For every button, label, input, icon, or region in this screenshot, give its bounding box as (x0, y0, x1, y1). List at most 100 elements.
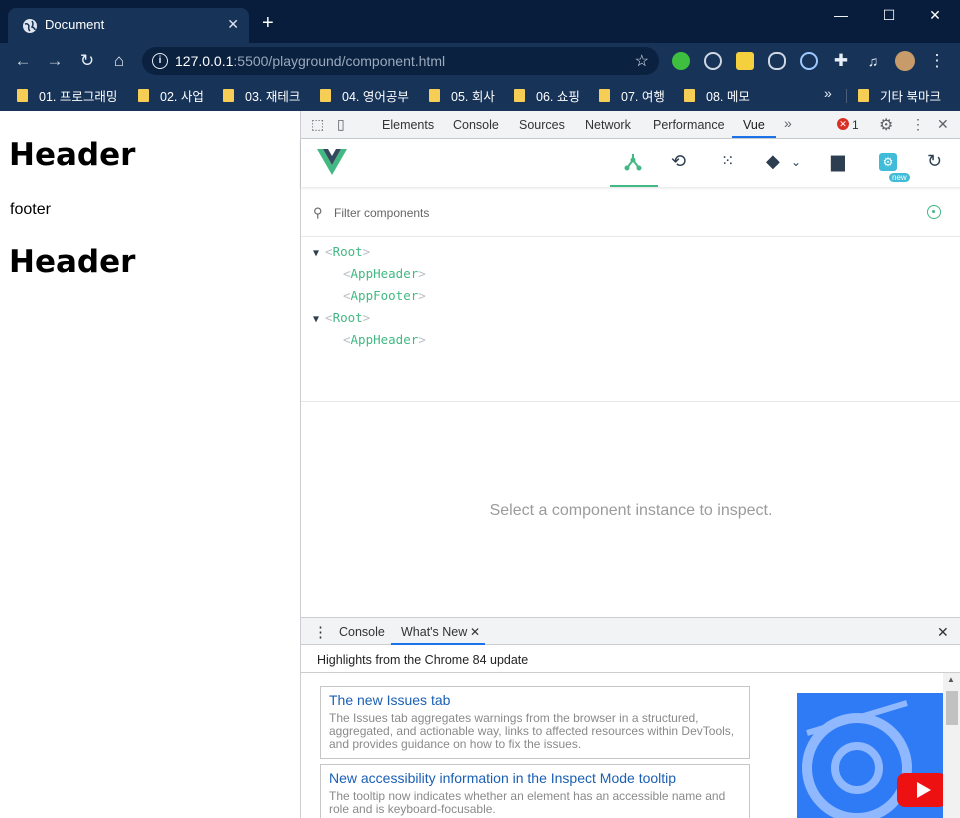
browser-window: Document ✕ + — ☐ ✕ ← → ↻ ⌂ i 127.0.0.1:5… (0, 0, 960, 818)
settings-icon[interactable]: ⚙ (879, 153, 897, 171)
card-title-link[interactable]: New accessibility information in the Ins… (329, 770, 676, 786)
device-toggle-icon[interactable]: ▯ (337, 116, 345, 133)
filter-components-input[interactable]: Filter components (334, 206, 429, 220)
select-component-target-icon[interactable] (927, 205, 941, 219)
scrollbar-thumb[interactable] (946, 691, 958, 725)
bookmark-folder[interactable]: 08. 메모 (684, 85, 750, 105)
reload-icon[interactable]: ↻ (77, 51, 97, 71)
close-window-button[interactable]: ✕ (912, 4, 958, 28)
settings-gear-icon[interactable]: ⚙ (879, 115, 893, 135)
home-icon[interactable]: ⌂ (109, 51, 129, 71)
whats-new-card[interactable]: New accessibility information in the Ins… (320, 764, 750, 818)
component-name: Root (332, 310, 363, 325)
bookmarks-bar: 01. 프로그래밍 02. 사업 03. 재테크 04. 영어공부 05. 회사… (0, 79, 960, 111)
forward-icon[interactable]: → (45, 51, 65, 71)
performance-chart-icon[interactable]: ▆ (831, 151, 845, 172)
error-icon[interactable]: ✕ (837, 118, 849, 130)
bookmark-folder[interactable]: 02. 사업 (138, 85, 204, 105)
folder-icon (17, 88, 28, 102)
inspect-message: Select a component instance to inspect. (489, 502, 773, 519)
card-title-link[interactable]: The new Issues tab (329, 692, 450, 708)
tab-performance[interactable]: Performance (653, 118, 725, 132)
minimize-button[interactable]: — (818, 4, 864, 28)
new-badge: new (889, 173, 910, 182)
expand-triangle-icon[interactable]: ▼ (313, 314, 319, 325)
components-icon[interactable] (624, 153, 642, 171)
chevron-down-icon[interactable]: ⌄ (791, 155, 801, 169)
url-host: 127.0.0.1 (175, 53, 234, 69)
vue-logo-icon (317, 149, 347, 175)
bookmark-label: 07. 여행 (621, 89, 665, 104)
devtools-drawer: ⋮ Console What's New ✕ ✕ Highlights from… (301, 617, 960, 818)
promo-video-thumbnail[interactable] (797, 693, 943, 818)
search-icon: ⚲ (313, 205, 323, 220)
bookmark-folder[interactable]: 06. 쇼핑 (514, 85, 580, 105)
menu-kebab-icon[interactable]: ⋮ (927, 51, 947, 71)
bookmark-folder[interactable]: 07. 여행 (599, 85, 665, 105)
routing-icon[interactable]: ◆ (766, 151, 780, 172)
extension-mouse-icon[interactable] (768, 52, 786, 70)
play-button-icon[interactable] (897, 773, 943, 807)
devtools-menu-icon[interactable]: ⋮ (911, 116, 925, 133)
tab-console[interactable]: Console (453, 118, 499, 132)
tab-close-icon[interactable]: ✕ (227, 16, 239, 33)
globe-icon (23, 19, 37, 33)
bookmark-label: 01. 프로그래밍 (39, 89, 118, 104)
close-devtools-icon[interactable]: ✕ (937, 116, 949, 133)
bookmark-label: 05. 회사 (451, 89, 495, 104)
other-bookmarks-folder[interactable]: 기타 북마크 (858, 85, 941, 105)
error-count[interactable]: 1 (852, 118, 859, 132)
refresh-icon[interactable]: ↻ (927, 151, 942, 172)
bookmark-folder[interactable]: 05. 회사 (429, 85, 495, 105)
close-tab-icon[interactable]: ✕ (470, 625, 480, 639)
scrollbar[interactable]: ▲ (943, 673, 960, 818)
tab-title: Document (45, 17, 105, 32)
scroll-up-icon[interactable]: ▲ (947, 675, 955, 684)
browser-tab[interactable]: Document ✕ (8, 8, 249, 43)
tree-node[interactable]: ▼ <Root> (313, 241, 370, 263)
avatar[interactable] (895, 51, 915, 71)
new-tab-button[interactable]: + (262, 13, 274, 33)
divider (846, 89, 847, 103)
tab-network[interactable]: Network (585, 118, 631, 132)
history-icon[interactable]: ⟲ (671, 151, 686, 172)
inspector-pane: Select a component instance to inspect. (301, 401, 960, 617)
drawer-tab-bar: ⋮ Console What's New ✕ ✕ (301, 618, 960, 645)
expand-triangle-icon[interactable]: ▼ (313, 248, 319, 259)
more-tabs-button[interactable]: » (784, 115, 792, 131)
vuex-icon[interactable]: ⁙ (721, 151, 734, 171)
whats-new-card[interactable]: The new Issues tab The Issues tab aggreg… (320, 686, 750, 759)
tree-node[interactable]: ▼ <Root> (313, 307, 370, 329)
extension-green-icon[interactable] (672, 52, 690, 70)
close-drawer-icon[interactable]: ✕ (937, 624, 949, 641)
extension-clock-icon[interactable] (800, 52, 818, 70)
media-control-icon[interactable]: ♫ (863, 51, 883, 71)
tab-vue[interactable]: Vue (743, 118, 765, 132)
drawer-tab-whats-new[interactable]: What's New (401, 625, 467, 639)
active-tab-indicator (732, 136, 776, 138)
extension-yellow-icon[interactable] (736, 52, 754, 70)
bookmark-label: 04. 영어공부 (342, 89, 409, 104)
info-icon[interactable]: i (152, 53, 168, 69)
maximize-button[interactable]: ☐ (866, 4, 912, 28)
tab-elements[interactable]: Elements (382, 118, 434, 132)
address-bar[interactable]: i 127.0.0.1:5500/playground/component.ht… (142, 47, 659, 75)
back-icon[interactable]: ← (13, 51, 33, 71)
bookmark-star-icon[interactable]: ☆ (635, 51, 649, 71)
header-heading: Header (9, 244, 136, 280)
extension-cursor-icon[interactable] (704, 52, 722, 70)
inspect-element-icon[interactable]: ⬚ (311, 116, 324, 133)
drawer-tab-console[interactable]: Console (339, 625, 385, 639)
extensions-puzzle-icon[interactable]: ✚ (831, 51, 851, 71)
tree-node[interactable]: <AppFooter> (343, 285, 426, 307)
tree-node[interactable]: <AppHeader> (343, 263, 426, 285)
drawer-menu-icon[interactable]: ⋮ (313, 623, 328, 641)
bookmark-label: 06. 쇼핑 (536, 89, 580, 104)
tree-node[interactable]: <AppHeader> (343, 329, 426, 351)
bookmark-folder[interactable]: 03. 재테크 (223, 85, 300, 105)
bookmark-folder[interactable]: 01. 프로그래밍 (17, 85, 117, 105)
tab-sources[interactable]: Sources (519, 118, 565, 132)
bookmarks-overflow-button[interactable]: » (824, 85, 832, 101)
folder-icon (599, 88, 610, 102)
bookmark-folder[interactable]: 04. 영어공부 (320, 85, 409, 105)
